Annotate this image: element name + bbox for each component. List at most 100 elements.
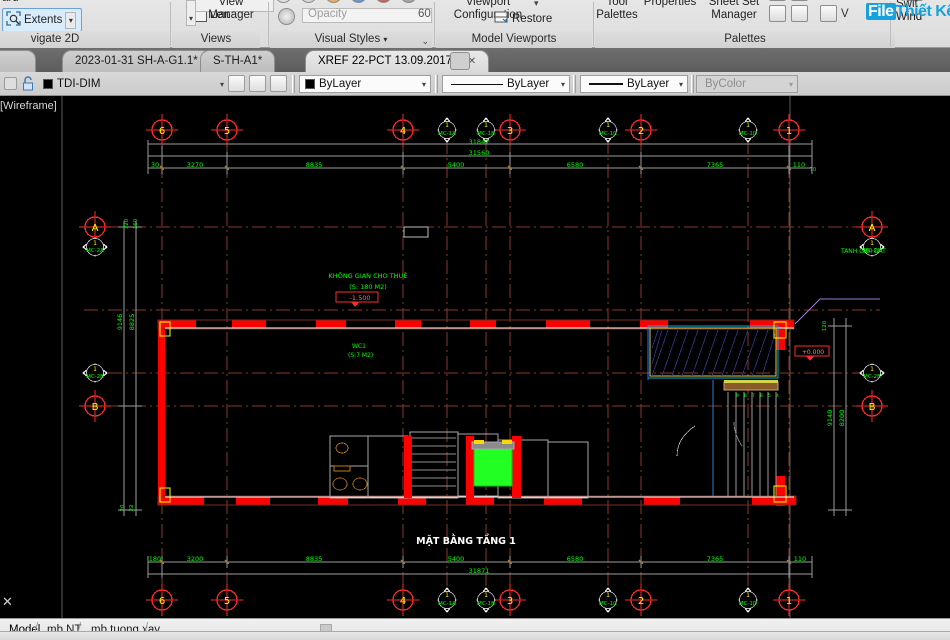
restore-viewports-button[interactable]: Restore: [494, 10, 552, 27]
dim-top-total-1: 31560: [469, 149, 490, 157]
dim-left-small-0: 320: [124, 218, 130, 229]
dim-bot-0: 180: [149, 555, 161, 563]
logo-thietke-text: Thiết Kế: [895, 3, 950, 20]
vs-wireframe-icon[interactable]: [300, 0, 317, 3]
panel-divider-1: [170, 2, 171, 46]
layer-control[interactable]: TDI-DIM ▾: [38, 75, 228, 93]
layer-color-swatch: [43, 79, 53, 89]
dim-bot-2: 8835: [306, 555, 323, 563]
view-manager-button[interactable]: View Manager: [196, 0, 266, 22]
views-gallery-chevron-icon[interactable]: ▾: [187, 14, 195, 24]
visual-styles-dialog-launcher-icon[interactable]: ⌄: [421, 36, 429, 47]
opacity-icon: [278, 8, 295, 25]
layer-states-icon[interactable]: [270, 75, 287, 92]
svg-text:B: B: [92, 402, 99, 413]
svg-text:MC-2A: MC-2A: [86, 248, 104, 254]
svg-text:A: A: [869, 223, 876, 234]
svg-text:MC-1D: MC-1D: [739, 601, 757, 607]
dim-left-0: 9146: [116, 314, 124, 331]
sheet-set-icon[interactable]: [769, 5, 786, 22]
svg-text:1: 1: [870, 366, 874, 373]
panel-chevron-down-icon[interactable]: ▾: [383, 35, 387, 44]
dim-top-6: 110: [793, 161, 805, 169]
layer-combo[interactable]: TDI-DIM ▾: [38, 75, 228, 93]
new-tab-button[interactable]: [450, 52, 470, 70]
palette-icon-1[interactable]: [769, 0, 786, 1]
boundary-note: TANH GIOI DAT: [840, 248, 886, 255]
zoom-extents-icon: [6, 11, 21, 29]
tool-palettes-button[interactable]: Tool Palettes: [595, 0, 639, 22]
linetype-combo[interactable]: ByLayer ▾: [442, 75, 570, 93]
file-tab-2[interactable]: S-TH-A1*: [200, 50, 276, 72]
viewport-config-dropdown-icon[interactable]: ▾: [534, 0, 539, 9]
svg-text:1: 1: [746, 122, 750, 129]
file-tab-1[interactable]: 2023-01-31 SH-A-G1.1*: [62, 50, 211, 72]
svg-text:5: 5: [224, 596, 230, 607]
dim-bot-1: 3200: [187, 555, 204, 563]
layer-properties-icon[interactable]: [4, 77, 17, 90]
panel-title-views: Views: [172, 31, 260, 48]
lineweight-chevron-down-icon[interactable]: ▾: [679, 80, 683, 89]
dim-top-4: 6580: [567, 161, 584, 169]
lineweight-control[interactable]: ByLayer ▾: [580, 75, 688, 93]
svg-text:1: 1: [445, 592, 449, 599]
visual-style-gallery[interactable]: [275, 0, 417, 3]
vs-conceptual-icon[interactable]: [325, 0, 342, 3]
zoom-extents-dropdown-icon[interactable]: ▾: [65, 11, 77, 29]
color-combo[interactable]: ByLayer ▾: [299, 75, 431, 93]
file-tab-0[interactable]: g1: [0, 50, 36, 72]
room-area-main: (S: 180 M2): [349, 283, 387, 291]
clipboard-palette-icon[interactable]: [791, 5, 808, 22]
ribbon-panel-model-viewports: Viewport Configuration ▾ Restore Model V: [436, 0, 592, 48]
zoom-extents-button[interactable]: Extents ▾: [2, 8, 83, 32]
level-tag-main: -1.500: [335, 291, 379, 307]
globe-icon[interactable]: [820, 5, 837, 22]
palette-icon-2[interactable]: [791, 0, 808, 1]
toolbar-grip-4[interactable]: [691, 75, 694, 93]
dim-left-small-2: 20: [120, 504, 126, 511]
properties-label: Properties: [643, 0, 697, 8]
dim-left-small-3: 22: [129, 505, 135, 512]
properties-palette-button[interactable]: Properties: [637, 0, 703, 9]
vs-shaded-icon[interactable]: [375, 0, 392, 3]
toolbar-grip-3[interactable]: [573, 75, 576, 93]
vs-realistic-icon[interactable]: [350, 0, 367, 3]
layer-match-icon[interactable]: [228, 75, 245, 92]
svg-text:MC-1C: MC-1C: [599, 601, 617, 607]
panel-divider-4: [593, 2, 594, 46]
vs-shades-of-gray-icon[interactable]: [400, 0, 417, 3]
color-control[interactable]: ByLayer ▾: [299, 75, 431, 93]
linetype-control[interactable]: ByLayer ▾: [442, 75, 570, 93]
svg-text:6: 6: [159, 596, 165, 607]
panel-body: Opacity 60: [270, 0, 432, 30]
vs-2d-wireframe-icon[interactable]: [275, 0, 292, 3]
layer-previous-icon[interactable]: [249, 75, 266, 92]
room-area-wc: (S:7 M2): [348, 352, 373, 359]
layer-chevron-down-icon[interactable]: ▾: [220, 80, 224, 89]
plotstyle-combo: ByColor ▾: [696, 75, 798, 93]
svg-text:70: 70: [810, 167, 816, 173]
toolbar-grip-2[interactable]: [435, 75, 438, 93]
sheet-set-manager-button[interactable]: Sheet Set Manager: [703, 0, 765, 22]
drawing-canvas[interactable]: [Wireframe] ✕ 9 8 7 6 5 4 6 5 4 3 2 1 1 …: [0, 96, 950, 618]
plotstyle-value: ByColor: [705, 78, 746, 90]
layer-name-value: TDI-DIM: [57, 78, 101, 90]
lineweight-combo[interactable]: ByLayer ▾: [580, 75, 688, 93]
linetype-chevron-down-icon[interactable]: ▾: [561, 80, 565, 89]
svg-text:2: 2: [638, 126, 644, 137]
svg-text:8: 8: [744, 393, 747, 399]
svg-text:MC-2B: MC-2B: [86, 374, 104, 380]
svg-text:4: 4: [400, 596, 406, 607]
dim-top-1: 3270: [187, 161, 204, 169]
color-chevron-down-icon[interactable]: ▾: [422, 80, 426, 89]
panel-title-visual-styles: Visual Styles ▾: [270, 31, 432, 48]
svg-text:1: 1: [606, 592, 610, 599]
toolbar-grip-1[interactable]: [292, 75, 295, 93]
dim-top-0: 30: [151, 161, 159, 169]
svg-text:1: 1: [786, 596, 792, 607]
view-manager-label: View Manager: [208, 0, 254, 21]
svg-text:1: 1: [606, 122, 610, 129]
layer-unlocked-icon[interactable]: [22, 76, 35, 94]
svg-text:1: 1: [870, 240, 874, 247]
svg-text:+0.000: +0.000: [802, 349, 824, 356]
